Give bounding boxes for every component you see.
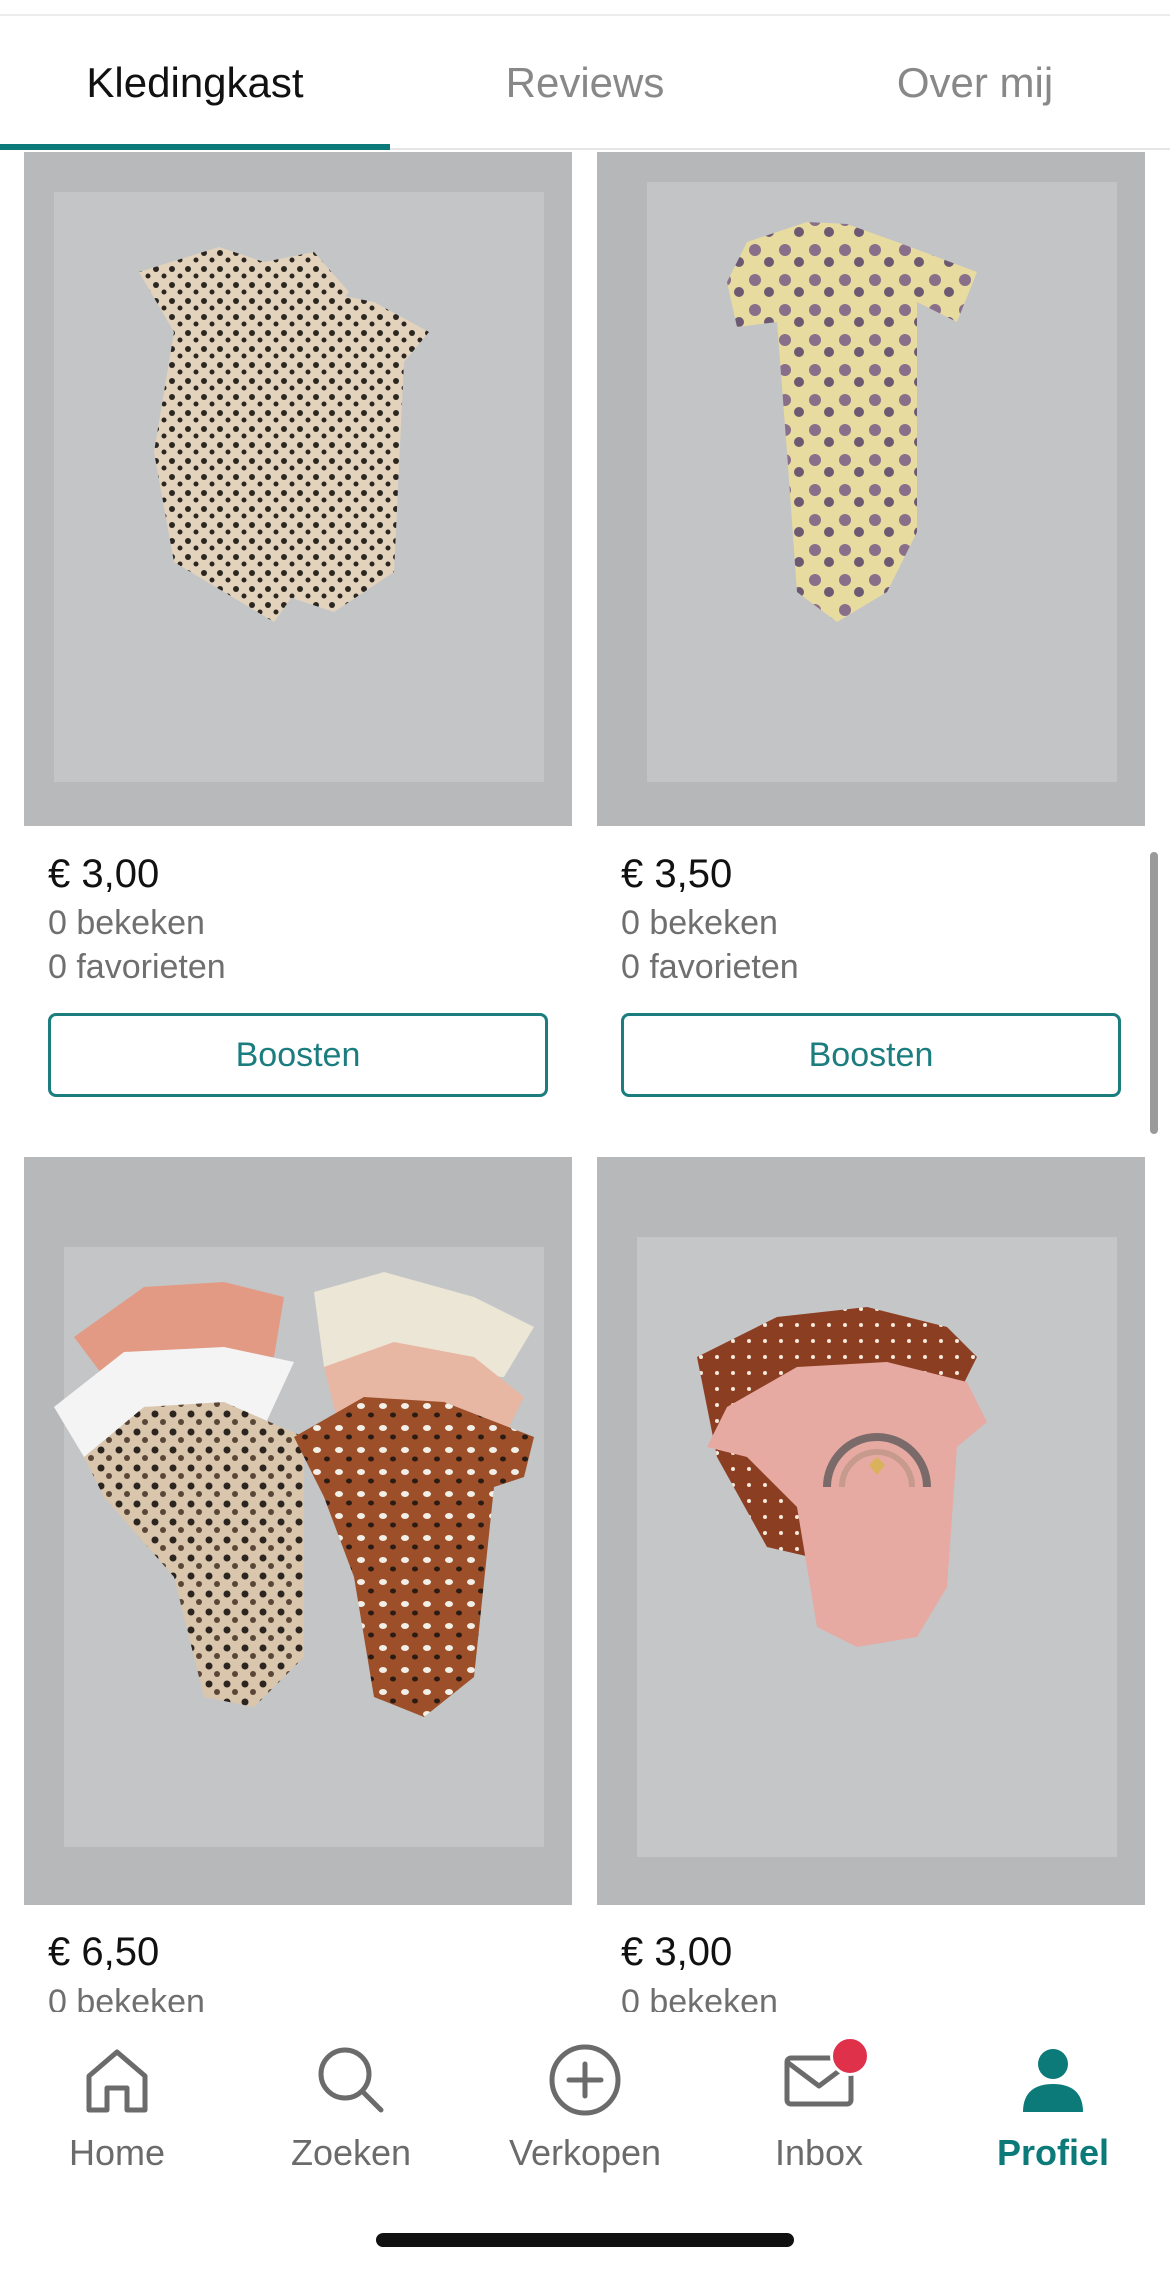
tab-kledingkast[interactable]: Kledingkast xyxy=(0,16,390,150)
boost-label: Boosten xyxy=(235,1035,361,1074)
item-price: € 6,50 xyxy=(48,1930,160,1974)
profile-tabs: Kledingkast Reviews Over mij xyxy=(0,16,1170,150)
tab-label: Reviews xyxy=(505,59,665,106)
item-photo-bodysuit-bundle[interactable] xyxy=(24,1157,572,1905)
nav-profile[interactable]: Profiel xyxy=(936,2042,1170,2182)
search-icon xyxy=(318,2047,384,2113)
nav-label: Home xyxy=(68,2132,166,2173)
item-views: 0 bekeken xyxy=(621,904,778,942)
plus-circle-icon xyxy=(549,2044,621,2116)
notification-badge xyxy=(830,2036,870,2076)
boost-button[interactable]: Boosten xyxy=(621,1013,1121,1097)
nav-label: Inbox xyxy=(774,2132,864,2173)
item-photo-leopard-bodysuits[interactable] xyxy=(24,152,572,826)
item-favorites: 0 favorieten xyxy=(48,948,226,986)
nav-search[interactable]: Zoeken xyxy=(234,2042,468,2182)
nav-label: Zoeken xyxy=(290,2132,412,2173)
tab-label: Kledingkast xyxy=(86,59,304,106)
item-photo-pink-rainbow-bodysuits[interactable] xyxy=(597,1157,1145,1905)
home-icon xyxy=(86,2049,148,2113)
tab-over-mij[interactable]: Over mij xyxy=(780,16,1170,150)
nav-label: Verkopen xyxy=(508,2132,662,2173)
nav-inbox[interactable]: Inbox xyxy=(702,2036,936,2182)
person-icon xyxy=(1023,2049,1083,2112)
boost-button[interactable]: Boosten xyxy=(48,1013,548,1097)
item-favorites: 0 favorieten xyxy=(621,948,799,986)
scrollbar[interactable] xyxy=(1150,852,1158,1134)
item-photo-floral-bodysuit[interactable] xyxy=(597,152,1145,826)
nav-label: Profiel xyxy=(996,2132,1110,2173)
boost-label: Boosten xyxy=(808,1035,934,1074)
tab-reviews[interactable]: Reviews xyxy=(390,16,780,150)
item-price: € 3,00 xyxy=(621,1930,733,1974)
nav-sell[interactable]: Verkopen xyxy=(468,2042,702,2182)
item-price: € 3,00 xyxy=(48,852,160,896)
active-tab-indicator xyxy=(0,144,390,150)
tab-label: Over mij xyxy=(896,59,1054,106)
item-price: € 3,50 xyxy=(621,852,733,896)
nav-home[interactable]: Home xyxy=(0,2042,234,2182)
item-views: 0 bekeken xyxy=(48,904,205,942)
home-indicator xyxy=(376,2233,794,2247)
